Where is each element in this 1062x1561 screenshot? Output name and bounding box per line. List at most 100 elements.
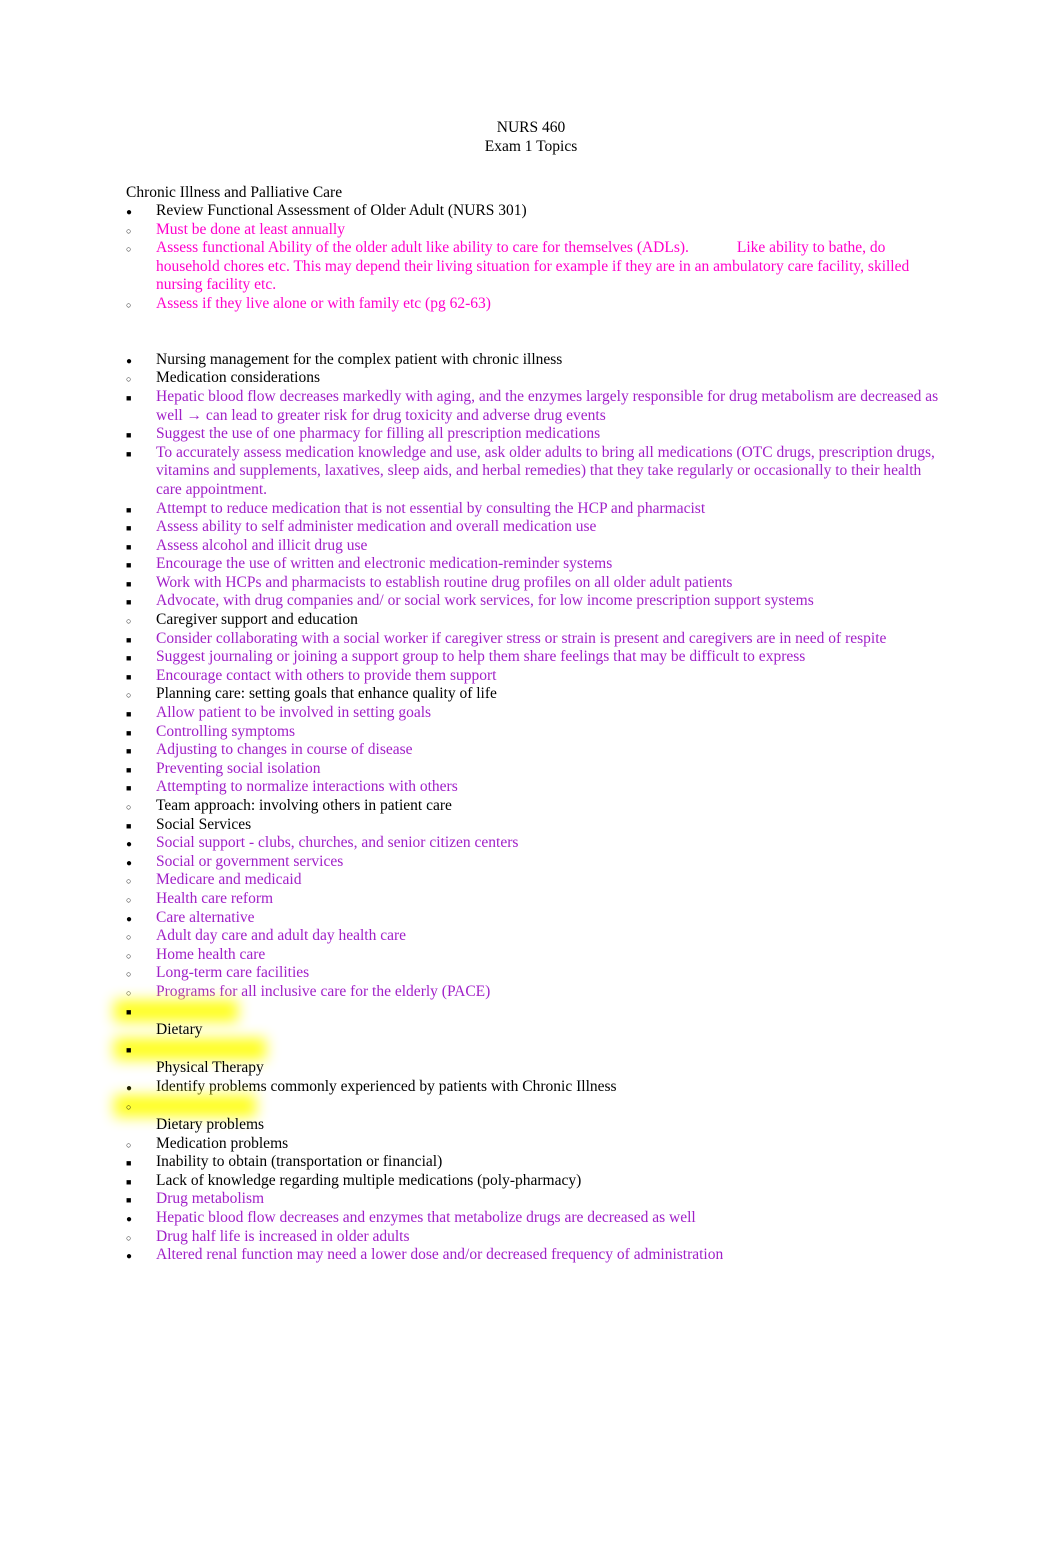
outline-item: Dietary problems — [126, 1097, 942, 1135]
outline-item: Programs for all inclusive care for the … — [126, 983, 942, 1002]
disc-bullet-icon — [126, 834, 142, 855]
outline-item: Assess if they live alone or with family… — [126, 295, 942, 314]
outline-item-text: Planning care: setting goals that enhanc… — [156, 685, 497, 703]
outline-item-text: Nursing management for the complex patie… — [156, 350, 563, 368]
document-header: NURS 460 Exam 1 Topics — [120, 118, 942, 156]
square-bullet-icon — [126, 630, 142, 650]
outline-item: Advocate, with drug companies and/ or so… — [126, 592, 942, 611]
outline-item: Drug half life is increased in older adu… — [126, 1228, 942, 1247]
outline-item-text: Assess alcohol and illicit drug use — [156, 536, 368, 554]
outline-item-text: Programs for all inclusive care for the … — [156, 982, 491, 1000]
outline-item: Medication considerations — [126, 369, 942, 388]
outline-item: Attempting to normalize interactions wit… — [126, 778, 942, 797]
square-bullet-icon — [126, 425, 142, 445]
course-title: NURS 460 — [496, 119, 566, 136]
outline-item-text: Work with HCPs and pharmacists to establ… — [156, 573, 733, 591]
outline-item-text: Controlling symptoms — [156, 722, 296, 740]
outline-item-text: Medication considerations — [156, 369, 320, 387]
disc-bullet-icon — [126, 202, 142, 223]
outline-item: Hepatic blood flow decreases markedly wi… — [126, 388, 942, 425]
document-page: NURS 460 Exam 1 Topics Chronic Illness a… — [0, 0, 1062, 1561]
outline-item: Hepatic blood flow decreases and enzymes… — [126, 1209, 942, 1228]
outline-item-text-part-a: Assess functional Ability of the older a… — [156, 239, 689, 257]
outline-item: Adult day care and adult day health care — [126, 927, 942, 946]
disc-bullet-icon — [126, 351, 142, 372]
square-bullet-icon — [126, 555, 142, 575]
outline-item-text: Physical Therapy — [156, 1059, 264, 1077]
outline-item: Physical Therapy — [126, 1040, 942, 1078]
outline-item-text: Hepatic blood flow decreases markedly wi… — [156, 387, 939, 424]
outline-item-text: Assess ability to self administer medica… — [156, 518, 597, 536]
circle-bullet-icon — [126, 1135, 142, 1155]
outline-item: Medication problems — [126, 1135, 942, 1154]
circle-bullet-icon — [126, 611, 142, 631]
outline-item: Work with HCPs and pharmacists to establ… — [126, 574, 942, 593]
outline-item: Assess alcohol and illicit drug use — [126, 537, 942, 556]
outline-item: To accurately assess medication knowledg… — [126, 444, 942, 500]
outline-item-text: Long-term care facilities — [156, 964, 310, 982]
outline-item-text: Attempting to normalize interactions wit… — [156, 778, 458, 796]
outline-item-text: Social Services — [156, 815, 252, 833]
outline-item: Long-term care facilities — [126, 964, 942, 983]
square-bullet-icon — [126, 704, 142, 724]
outline-item: Review Functional Assessment of Older Ad… — [126, 202, 942, 221]
outline-item-text: Team approach: involving others in patie… — [156, 797, 452, 814]
square-bullet-icon — [126, 1002, 131, 1019]
outline-item: Assess ability to self administer medica… — [126, 518, 942, 537]
square-bullet-icon — [126, 741, 142, 761]
outline-item: Encourage contact with others to provide… — [126, 667, 942, 686]
outline-item-text: Social or government services — [156, 852, 344, 870]
outline-item-text: Adult day care and adult day health care — [156, 927, 407, 945]
circle-bullet-icon — [126, 890, 142, 910]
outline-item: Nursing management for the complex patie… — [126, 351, 942, 370]
outline-item: Lack of knowledge regarding multiple med… — [126, 1172, 942, 1191]
outline-item: Consider collaborating with a social wor… — [126, 630, 942, 649]
square-bullet-icon — [126, 592, 142, 612]
outline-item: Health care reform — [126, 890, 942, 909]
circle-bullet-icon — [126, 369, 142, 389]
outline-item-text: Identify problems commonly experienced b… — [156, 1077, 617, 1095]
square-bullet-icon — [126, 1040, 131, 1057]
circle-bullet-icon — [126, 946, 142, 966]
circle-bullet-icon — [126, 1228, 142, 1248]
outline-item-text: Inability to obtain (transportation or f… — [156, 1153, 443, 1171]
blank-line — [126, 332, 942, 351]
circle-bullet-icon — [126, 964, 142, 984]
outline-item: Drug metabolism — [126, 1190, 942, 1209]
outline-item-text: Drug metabolism — [156, 1190, 265, 1208]
outline-item: Team approach: involving others in patie… — [126, 797, 942, 816]
outline-list: Review Functional Assessment of Older Ad… — [126, 202, 942, 1265]
outline-item-text: Adjusting to changes in course of diseas… — [156, 741, 413, 759]
outline-item-text: To accurately assess medication knowledg… — [156, 443, 935, 498]
outline-item-text: Attempt to reduce medication that is not… — [156, 499, 706, 517]
square-bullet-icon — [126, 667, 142, 687]
circle-bullet-icon — [126, 685, 142, 705]
disc-bullet-icon — [126, 1246, 142, 1267]
outline-item-text: Home health care — [156, 945, 266, 963]
outline-item: Care alternative — [126, 909, 942, 928]
circle-bullet-icon — [126, 239, 142, 259]
square-bullet-icon — [126, 760, 142, 780]
outline-item-text: Review Functional Assessment of Older Ad… — [156, 202, 527, 219]
outline-item-text: Suggest the use of one pharmacy for fill… — [156, 425, 601, 443]
square-bullet-icon — [126, 444, 142, 464]
outline-item: Controlling symptoms — [126, 723, 942, 742]
outline-item-text: Care alternative — [156, 908, 255, 926]
square-bullet-icon — [126, 778, 142, 798]
outline-item: Must be done at least annually — [126, 221, 942, 240]
outline-item-text: Caregiver support and education — [156, 611, 358, 629]
outline-item-text: Advocate, with drug companies and/ or so… — [156, 592, 814, 610]
outline-item-text: Allow patient to be involved in setting … — [156, 704, 432, 722]
circle-bullet-icon — [126, 927, 142, 947]
outline-item-text: Consider collaborating with a social wor… — [156, 629, 887, 647]
outline-item: Social support - clubs, churches, and se… — [126, 834, 942, 853]
outline-item: Social Services — [126, 816, 942, 835]
outline-item: Adjusting to changes in course of diseas… — [126, 741, 942, 760]
square-bullet-icon — [126, 1172, 142, 1192]
square-bullet-icon — [126, 1153, 142, 1173]
outline-item-text: Medication problems — [156, 1134, 289, 1152]
outline-item-text: Must be done at least annually — [156, 220, 345, 238]
outline-item-text: Drug half life is increased in older adu… — [156, 1227, 410, 1245]
outline-item: Social or government services — [126, 853, 942, 872]
disc-bullet-icon — [126, 853, 142, 874]
